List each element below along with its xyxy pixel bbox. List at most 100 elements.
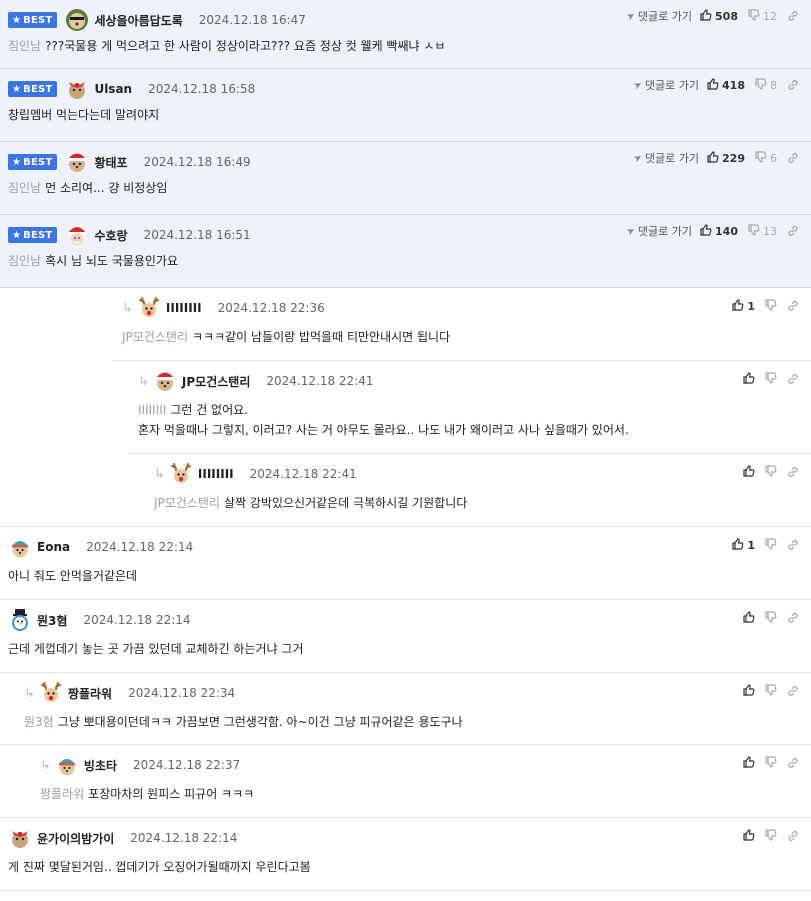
link-icon[interactable] [787, 300, 799, 312]
timestamp: 2024.12.18 16:58 [148, 82, 256, 96]
downvote-button[interactable]: 13 [748, 223, 777, 239]
comment-text: 창립멤버 먹는다는데 말려야지 [8, 108, 160, 122]
wreath-avatar[interactable] [65, 77, 89, 101]
wreath-avatar[interactable] [8, 826, 32, 850]
timestamp: 2024.12.18 22:14 [83, 613, 191, 627]
link-icon[interactable] [787, 373, 799, 385]
link-icon[interactable] [787, 612, 799, 624]
upvote-button[interactable]: 418 [707, 77, 745, 93]
link-icon[interactable] [787, 152, 799, 164]
nickname[interactable]: 세상을아름답도록 [94, 12, 182, 29]
nickname[interactable]: 빙초타 [84, 757, 117, 774]
downvote-button[interactable] [765, 610, 777, 626]
santa-dog-avatar[interactable] [65, 150, 89, 174]
downvote-button[interactable]: 12 [748, 8, 777, 24]
comment-text: 포장마차의 원피스 피규어 ㅋㅋㅋ [88, 787, 255, 801]
comment-actions [743, 371, 799, 387]
comment-body: 짐인남 먼 소리여... 걍 비정상임 [8, 178, 801, 198]
timestamp: 2024.12.18 22:37 [133, 758, 241, 772]
star-icon: ★ [12, 14, 22, 26]
upvote-button[interactable] [743, 755, 755, 771]
downvote-button[interactable] [765, 683, 777, 699]
nickname[interactable]: 짱플라워 [68, 685, 112, 702]
nickname[interactable]: IIIIIIII [166, 301, 202, 315]
comment-text: 게 진짜 몇달된거임.. 껍데기가 오징어가될때까지 우린다고봄 [8, 860, 311, 874]
nickname[interactable]: 윤가이의밤가이 [37, 830, 114, 847]
nickname[interactable]: Eona [37, 540, 70, 554]
upvote-button[interactable] [743, 610, 755, 626]
nickname[interactable]: 황태포 [94, 154, 127, 171]
goto-comment-button[interactable]: ➤ 댓글로 가기 [631, 77, 699, 93]
downvote-button[interactable] [765, 371, 777, 387]
upvote-button[interactable] [743, 683, 755, 699]
winter-hat-avatar[interactable] [55, 753, 79, 777]
nickname[interactable]: IIIIIIII [198, 467, 234, 481]
best-comment: ★ BEST Ulsan 2024.12.18 16:58 ➤ 댓글로 가기 418 8 창립멤… [0, 69, 811, 142]
nickname[interactable]: 수호랑 [94, 227, 127, 244]
mention-nickname[interactable]: 짱플라워 [40, 787, 84, 801]
reindeer-avatar[interactable] [169, 462, 193, 486]
upvote-button[interactable]: 140 [700, 223, 738, 239]
reply-comment: ↳ IIIIIIII 2024.12.18 22:36 1 JP모건스탠리 ㅋㅋㅋ같이 남… [0, 288, 811, 361]
upvote-button[interactable]: 229 [707, 150, 745, 166]
downvote-button[interactable]: 8 [755, 77, 777, 93]
goto-comment-button[interactable]: ➤ 댓글로 가기 [624, 223, 692, 239]
comment-actions [743, 828, 799, 844]
mention-nickname[interactable]: 뭔3혐 [24, 715, 54, 729]
upvote-button[interactable] [743, 828, 755, 844]
mention-nickname[interactable]: 짐인남 [8, 39, 41, 53]
comment-text: 혼자 먹을때나 그렇지, 이러고? 사는 거 아무도 몰라요.. 나도 내가 왜… [138, 423, 629, 437]
nickname[interactable]: Ulsan [94, 82, 132, 96]
comment-header: ★ BEST 세상을아름답도록 2024.12.18 16:47 [8, 8, 306, 32]
santa-dog-avatar[interactable] [153, 369, 177, 393]
best-comment: ★ BEST 황태포 2024.12.18 16:49 ➤ 댓글로 가기 229 6 짐인남 먼 … [0, 142, 811, 215]
mention-nickname[interactable]: 짐인남 [8, 181, 41, 195]
upvote-button[interactable] [743, 464, 755, 480]
nickname[interactable]: JP모건스탠리 [182, 373, 250, 390]
comment-actions: 1 [732, 537, 799, 553]
link-icon[interactable] [787, 685, 799, 697]
downvote-button[interactable] [765, 464, 777, 480]
upvote-button[interactable] [743, 371, 755, 387]
snowman-avatar[interactable] [8, 608, 32, 632]
thumbs-up-icon [700, 8, 712, 24]
santa-avatar[interactable] [65, 223, 89, 247]
downvote-button[interactable] [765, 537, 777, 553]
link-icon[interactable] [787, 79, 799, 91]
nickname[interactable]: 뭔3혐 [37, 612, 67, 629]
upvote-button[interactable]: 1 [732, 298, 755, 314]
upvote-button[interactable]: 1 [732, 537, 755, 553]
link-icon[interactable] [787, 10, 799, 22]
downvote-button[interactable] [765, 828, 777, 844]
upvote-count: 1 [747, 299, 755, 313]
winter-hat-avatar[interactable] [8, 535, 32, 559]
reindeer-avatar[interactable] [39, 681, 63, 705]
mention-nickname[interactable]: IIIIIIII [138, 403, 166, 417]
link-icon[interactable] [787, 225, 799, 237]
goto-comment-button[interactable]: ➤ 댓글로 가기 [624, 8, 692, 24]
mention-nickname[interactable]: JP모건스탠리 [122, 330, 188, 344]
downvote-button[interactable] [765, 298, 777, 314]
goto-comment-button[interactable]: ➤ 댓글로 가기 [631, 150, 699, 166]
send-icon: ➤ [631, 78, 645, 92]
link-icon[interactable] [787, 830, 799, 842]
link-icon[interactable] [787, 466, 799, 478]
mention-nickname[interactable]: 짐인남 [8, 254, 41, 268]
downvote-button[interactable]: 6 [755, 150, 777, 166]
reply-arrow-icon: ↳ [122, 300, 133, 316]
comment-header: ★ BEST 황태포 2024.12.18 16:49 [8, 152, 251, 172]
sunglasses-dog-avatar[interactable] [65, 8, 89, 32]
comment-actions: ➤ 댓글로 가기 140 13 [624, 223, 799, 239]
thumbs-down-icon [765, 828, 777, 844]
upvote-count: 229 [722, 151, 745, 165]
link-icon[interactable] [787, 539, 799, 551]
mention-nickname[interactable]: JP모건스탠리 [154, 496, 220, 510]
reindeer-avatar[interactable] [137, 296, 161, 320]
comment: 윤가이의밤가이 2024.12.18 22:14 게 진짜 몇달된거임.. 껍데기가… [0, 818, 811, 891]
downvote-button[interactable] [765, 755, 777, 771]
reply-arrow-icon: ↳ [40, 757, 51, 773]
link-icon[interactable] [787, 757, 799, 769]
comment-actions: ➤ 댓글로 가기 229 6 [631, 150, 799, 166]
comment-header: ★ BEST Ulsan 2024.12.18 16:58 [8, 79, 255, 99]
upvote-button[interactable]: 508 [700, 8, 738, 24]
